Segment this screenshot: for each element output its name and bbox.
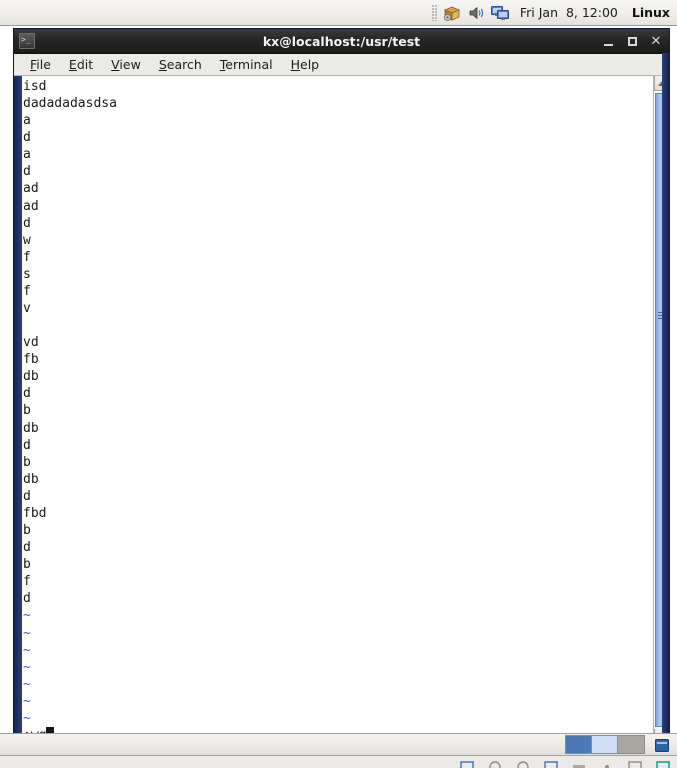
terminal-area: isd dadadadasdsa a d a d ad ad d w f s f v vd fb db d b db… [14,76,669,744]
terminal-line: db [23,369,39,385]
dot-icon[interactable] [599,759,615,768]
terminal-line: db [23,471,39,487]
terminal-line: b [23,523,31,539]
menu-search-mnemonic: S [158,56,167,72]
empty-line-marker: ~ [23,693,31,709]
terminal-line: d [23,488,31,504]
empty-line-marker: ~ [23,608,31,624]
terminal-screen[interactable]: isd dadadadasdsa a d a d ad ad d w f s f v vd fb db d b db… [22,76,653,744]
terminal-line: w [23,232,31,248]
window-title: kx@localhost:/usr/test [262,33,421,49]
package-updates-icon[interactable] [441,2,463,24]
terminal-line: vd [23,335,39,351]
volume-icon[interactable] [465,2,487,24]
minimize-button[interactable] [601,34,615,48]
terminal-line: d [23,215,31,231]
empty-line-marker: ~ [23,710,31,726]
terminal-line: d [23,164,31,180]
menu-view-rest: iew [119,56,141,72]
terminal-line: v [23,301,31,317]
terminal-line: fb [23,352,39,368]
menubar: File Edit View Search Terminal Help [14,54,669,76]
menu-help-rest: elp [300,56,320,72]
workspace-3[interactable] [618,736,644,753]
terminal-line: d [23,386,31,402]
vim-empty-line-markers: ~ ~ ~ ~ ~ ~ ~ [23,607,653,727]
bottom-taskbar [0,733,677,756]
menu-view[interactable]: View [102,55,150,75]
menu-terminal-rest: erminal [225,56,273,72]
terminal-window: kx@localhost:/usr/test ✕ File Edit View … [13,28,670,745]
workspace-1[interactable] [566,736,592,753]
tray-drag-handle[interactable] [431,4,437,21]
empty-line-marker: ~ [23,625,31,641]
terminal-line: d [23,130,31,146]
terminal-icon [19,33,35,49]
os-indicator[interactable]: Linux [632,5,670,20]
terminal-line: b [23,403,31,419]
workspace-pager[interactable] [565,735,645,754]
terminal-line: ad [23,198,39,214]
close-button[interactable]: ✕ [649,34,663,48]
menu-edit[interactable]: Edit [60,55,102,75]
empty-line-marker: ~ [23,642,31,658]
terminal-line: ad [23,181,39,197]
menu-help-mnemonic: H [290,56,301,72]
trash-icon[interactable] [651,735,673,754]
network-display-icon[interactable] [489,2,511,24]
menu-file-rest: ile [36,56,51,72]
minimize-icon[interactable] [571,759,587,768]
menu-file[interactable]: File [21,55,60,75]
empty-line-marker: ~ [23,676,31,692]
bottom-overflow-strip [0,756,677,768]
terminal-line: fbd [23,505,47,521]
terminal-line: f [23,249,31,265]
menu-edit-rest: dit [76,56,94,72]
window-right-border [662,53,669,744]
menu-help[interactable]: Help [282,55,329,75]
terminal-line: a [23,147,31,163]
terminal-line: isd [23,79,47,94]
top-desktop-panel: Fri Jan 8, 12:00 Linux [0,0,677,26]
window-controls: ✕ [601,34,663,48]
terminal-line: a [23,113,31,129]
clock[interactable]: Fri Jan 8, 12:00 [520,5,618,20]
terminal-line: d [23,540,31,556]
menu-search[interactable]: Search [150,55,211,75]
terminal-line: d [23,591,31,607]
terminal-line: dadadadasdsa [23,96,117,112]
folder-icon[interactable] [543,759,559,768]
menu-terminal[interactable]: Terminal [211,55,282,75]
workspace-2[interactable] [592,736,618,753]
empty-line-marker: ~ [23,659,31,675]
maximize-button[interactable] [625,34,639,48]
disc2-icon[interactable] [515,759,531,768]
terminal-line: f [23,574,31,590]
menu-search-rest: earch [166,56,202,72]
disc-icon[interactable] [487,759,503,768]
vim-buffer-lines: isd dadadadasdsa a d a d ad ad d w f s f v vd fb db d b db… [23,78,653,607]
terminal-line: b [23,557,31,573]
terminal-line: b [23,454,31,470]
window-list-icon[interactable] [459,759,475,768]
window-titlebar[interactable]: kx@localhost:/usr/test ✕ [14,29,669,54]
terminal-line: f [23,283,31,299]
terminal-line: db [23,420,39,436]
terminal-small-icon[interactable] [655,759,671,768]
terminal-line: s [23,266,31,282]
menu-edit-mnemonic: E [68,56,77,72]
window-left-border [14,76,22,744]
window-icon[interactable] [627,759,643,768]
terminal-line: d [23,437,31,453]
